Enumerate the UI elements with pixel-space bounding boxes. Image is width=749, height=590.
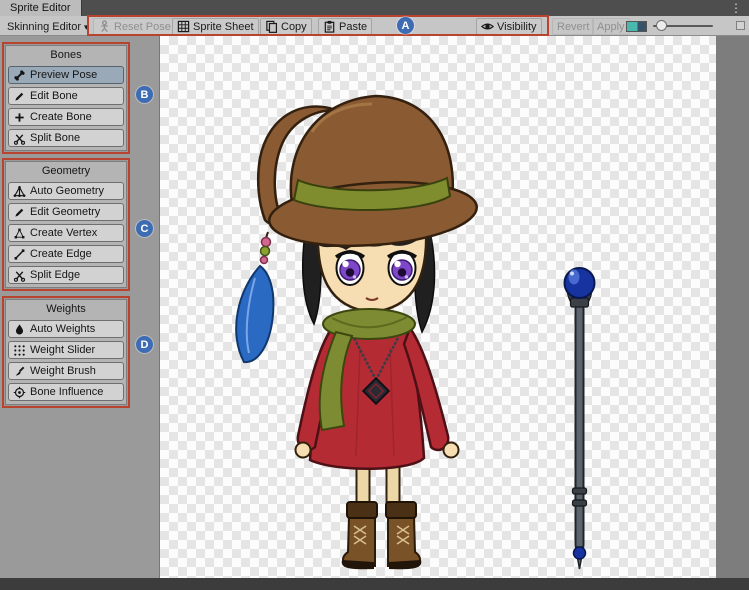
- sprite-canvas[interactable]: [160, 36, 716, 578]
- pencil-icon: [13, 90, 26, 103]
- vertex-icon: [13, 227, 26, 240]
- status-strip: [0, 578, 749, 590]
- tab-title: Sprite Editor: [10, 2, 71, 14]
- copy-icon: [265, 20, 278, 33]
- annotation-highlight-geometry: Geometry Auto Geometry Edit Geometry Cre…: [2, 158, 130, 291]
- sprite-sheet-button[interactable]: Sprite Sheet: [172, 18, 259, 35]
- split-bone-button[interactable]: Split Bone: [8, 129, 124, 147]
- button-label: Split Edge: [30, 269, 80, 281]
- button-label: Auto Geometry: [30, 185, 104, 197]
- apply-button[interactable]: Apply: [592, 18, 630, 35]
- annotation-highlight-weights: Weights Auto Weights Weight Slider Weigh…: [2, 296, 130, 408]
- create-edge-button[interactable]: Create Edge: [8, 245, 124, 263]
- visibility-button[interactable]: Visibility: [476, 18, 542, 35]
- copy-button[interactable]: Copy: [260, 18, 312, 35]
- character-sprite: [236, 96, 479, 569]
- bone-icon: [13, 69, 26, 82]
- button-label: Edit Geometry: [30, 206, 100, 218]
- auto-weights-button[interactable]: Auto Weights: [8, 320, 124, 338]
- mode-dropdown-label: Skinning Editor: [7, 21, 81, 33]
- weights-panel: Weights Auto Weights Weight Slider Weigh…: [5, 299, 127, 405]
- copy-label: Copy: [281, 21, 307, 33]
- create-bone-button[interactable]: Create Bone: [8, 108, 124, 126]
- target-icon: [13, 386, 26, 399]
- weights-panel-title: Weights: [8, 301, 124, 317]
- window-tab-bar: Sprite Editor ⋮: [0, 0, 749, 16]
- button-label: Edit Bone: [30, 90, 78, 102]
- revert-button[interactable]: Revert: [552, 18, 594, 35]
- brush-icon: [13, 365, 26, 378]
- button-label: Create Edge: [30, 248, 92, 260]
- button-label: Preview Pose: [30, 69, 97, 81]
- button-label: Split Bone: [30, 132, 80, 144]
- edge-icon: [13, 248, 26, 261]
- sprite-editor-tab[interactable]: Sprite Editor: [0, 0, 82, 16]
- staff-sprite: [565, 268, 595, 569]
- toolbar-corner-button[interactable]: [736, 21, 745, 30]
- reset-pose-button[interactable]: Reset Pose: [93, 18, 176, 35]
- pose-icon: [98, 20, 111, 33]
- annotation-badge-d: D: [136, 336, 153, 353]
- paste-button[interactable]: Paste: [318, 18, 372, 35]
- annotation-badge-b: B: [136, 86, 153, 103]
- grid-icon: [177, 20, 190, 33]
- kebab-menu-icon[interactable]: ⋮: [730, 0, 742, 16]
- scissors-icon: [13, 132, 26, 145]
- paste-icon: [323, 20, 336, 33]
- plus-icon: [13, 111, 26, 124]
- toolbar: Skinning Editor ▾ Reset Pose Sprite Shee…: [0, 16, 749, 36]
- annotation-badge-a: A: [397, 17, 414, 34]
- reset-pose-label: Reset Pose: [114, 21, 171, 33]
- pencil-icon: [13, 206, 26, 219]
- edit-geometry-button[interactable]: Edit Geometry: [8, 203, 124, 221]
- bone-influence-button[interactable]: Bone Influence: [8, 383, 124, 401]
- grid-dots-icon: [13, 344, 26, 357]
- visibility-label: Visibility: [497, 21, 537, 33]
- paste-label: Paste: [339, 21, 367, 33]
- scissors-icon: [13, 269, 26, 282]
- canvas-out-of-bounds-area: [716, 36, 749, 578]
- mesh-icon: [13, 185, 26, 198]
- button-label: Weight Brush: [30, 365, 96, 377]
- weight-slider-button[interactable]: Weight Slider: [8, 341, 124, 359]
- weight-brush-button[interactable]: Weight Brush: [8, 362, 124, 380]
- annotation-badge-c: C: [136, 220, 153, 237]
- button-label: Weight Slider: [30, 344, 95, 356]
- split-edge-button[interactable]: Split Edge: [8, 266, 124, 284]
- sprite-render: [160, 36, 716, 578]
- chevron-down-icon: ▾: [84, 22, 89, 32]
- sprite-sheet-label: Sprite Sheet: [193, 21, 254, 33]
- auto-geometry-button[interactable]: Auto Geometry: [8, 182, 124, 200]
- geometry-panel: Geometry Auto Geometry Edit Geometry Cre…: [5, 161, 127, 288]
- annotation-highlight-bones: Bones Preview Pose Edit Bone Create Bone…: [2, 42, 130, 154]
- sprite-editor-window: Sprite Editor ⋮ Skinning Editor ▾ Reset …: [0, 0, 749, 590]
- tool-sidebar: Bones Preview Pose Edit Bone Create Bone…: [0, 36, 160, 578]
- bones-panel: Bones Preview Pose Edit Bone Create Bone…: [5, 45, 127, 151]
- eye-icon: [481, 20, 494, 33]
- slider-knob[interactable]: [656, 20, 667, 31]
- button-label: Bone Influence: [30, 386, 103, 398]
- preview-pose-button[interactable]: Preview Pose: [8, 66, 124, 84]
- toolbar-slider[interactable]: [650, 16, 716, 36]
- create-vertex-button[interactable]: Create Vertex: [8, 224, 124, 242]
- apply-label: Apply: [597, 21, 625, 33]
- color-swatch[interactable]: [626, 21, 647, 32]
- button-label: Auto Weights: [30, 323, 95, 335]
- droplet-icon: [13, 323, 26, 336]
- edit-bone-button[interactable]: Edit Bone: [8, 87, 124, 105]
- geometry-panel-title: Geometry: [8, 163, 124, 179]
- revert-label: Revert: [557, 21, 589, 33]
- button-label: Create Bone: [30, 111, 92, 123]
- button-label: Create Vertex: [30, 227, 97, 239]
- bones-panel-title: Bones: [8, 47, 124, 63]
- mode-dropdown[interactable]: Skinning Editor ▾: [2, 18, 94, 35]
